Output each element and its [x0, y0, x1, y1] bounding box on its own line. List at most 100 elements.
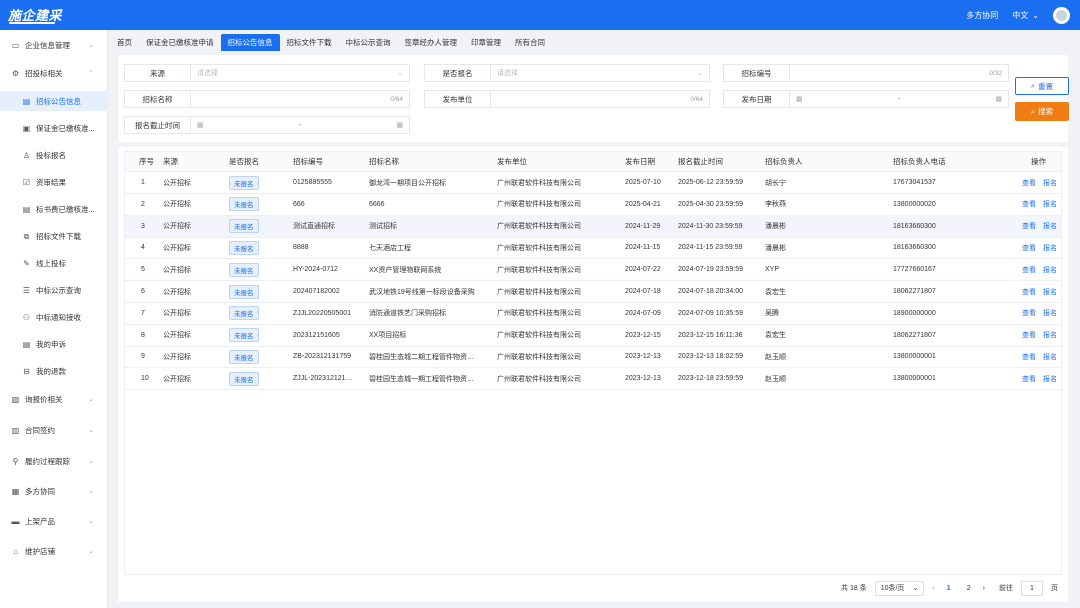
sidebar-item-label: 标书费已缴核准...: [36, 204, 95, 214]
register-link[interactable]: 报名: [1043, 265, 1057, 275]
table-row: 9 公开招标 未报名 ZB-202312131759 碧桂园生态城二期工程管件物资… 广州…: [125, 346, 1061, 369]
sidebar-item-7[interactable]: ⧉ 招标文件下载: [0, 226, 108, 246]
cell-owner: 潘晨彬: [765, 223, 786, 231]
product-icon: ▬: [11, 516, 20, 526]
sidebar-item-5[interactable]: ☑ 资审结果: [0, 172, 108, 192]
status-badge-cell: 未报名: [229, 194, 259, 215]
prev-page-icon[interactable]: ‹: [932, 585, 934, 592]
tab-5[interactable]: 签章经办人管理: [398, 34, 465, 51]
sidebar-item-1[interactable]: ⚙ 招投标相关 ⌃: [0, 63, 108, 83]
sidebar-item-9[interactable]: ☰ 中标公示查询: [0, 280, 108, 300]
cell-unit: 广州联君软件科技有限公司: [497, 201, 581, 209]
register-link[interactable]: 报名: [1043, 221, 1057, 231]
sidebar-item-2[interactable]: ▤ 招标公告信息: [0, 91, 108, 111]
cell-code: ZJJL20220505001: [293, 309, 351, 317]
reg-deadline-range[interactable]: ▦ - ▦: [191, 121, 409, 130]
cell-date: 2024-07-09: [625, 309, 661, 317]
sidebar-item-6[interactable]: ▤ 标书费已缴核准...: [0, 199, 108, 219]
cell-source: 公开招标: [163, 310, 191, 318]
register-link[interactable]: 报名: [1043, 308, 1057, 318]
register-link[interactable]: 报名: [1043, 330, 1057, 340]
tab-4[interactable]: 中标公示查询: [339, 34, 398, 51]
source-select[interactable]: 请选择 ⌄: [191, 68, 409, 78]
bid-name-input[interactable]: 0/64: [191, 96, 409, 103]
sidebar-item-4[interactable]: ♙ 投标报名: [0, 145, 108, 165]
cell-unit: 广州联君软件科技有限公司: [497, 353, 581, 361]
sidebar-item-17[interactable]: ▬ 上架产品 ⌄: [0, 511, 108, 531]
registered-select[interactable]: 请选择 ⌄: [491, 68, 709, 78]
page-size-select[interactable]: 10条/页 ⌄: [874, 580, 925, 596]
sidebar-item-13[interactable]: ▧ 询报价相关 ⌄: [0, 389, 108, 409]
view-link[interactable]: 查看: [1022, 287, 1036, 297]
collab-link[interactable]: 多方协同: [966, 10, 998, 21]
view-link[interactable]: 查看: [1022, 308, 1036, 318]
row-actions: 查看 报名: [1022, 237, 1057, 258]
sidebar-item-18[interactable]: ⌂ 维护店铺 ⌄: [0, 541, 108, 561]
sidebar-item-16[interactable]: ▦ 多方协同 ⌄: [0, 481, 108, 501]
view-link[interactable]: 查看: [1022, 243, 1036, 253]
reset-button[interactable]: ⌕ 重置: [1015, 77, 1069, 95]
next-page-icon[interactable]: ›: [983, 585, 985, 592]
total-count: 共 18 条: [841, 585, 867, 592]
cell-name: 6666: [369, 200, 385, 208]
view-link[interactable]: 查看: [1022, 330, 1036, 340]
sidebar-item-0[interactable]: ▭ 企业信息管理 ⌄: [0, 35, 108, 55]
sidebar-item-14[interactable]: ▥ 合同签约 ⌄: [0, 420, 108, 440]
sidebar-item-11[interactable]: ▤ 我的申诉: [0, 334, 108, 354]
publisher-input[interactable]: 0/64: [491, 96, 709, 103]
cell-deadline: 2024-11-30 23:59:59: [678, 222, 743, 230]
register-link[interactable]: 报名: [1043, 374, 1057, 384]
register-link[interactable]: 报名: [1043, 287, 1057, 297]
cell-source: 公开招标: [163, 201, 191, 209]
view-link[interactable]: 查看: [1022, 374, 1036, 384]
register-link[interactable]: 报名: [1043, 178, 1057, 188]
language-selector[interactable]: 中文 ⌄: [1012, 10, 1039, 21]
page-2[interactable]: 2: [963, 585, 975, 592]
register-link[interactable]: 报名: [1043, 199, 1057, 209]
view-link[interactable]: 查看: [1022, 352, 1036, 362]
publish-date-range[interactable]: ▦ - ▦: [790, 95, 1008, 104]
sidebar-item-12[interactable]: ⊟ 我的退款: [0, 361, 108, 381]
cell-code: 测试直通招标: [293, 223, 335, 231]
search-button[interactable]: ⌕ 搜索: [1015, 102, 1069, 121]
tab-0[interactable]: 首页: [110, 34, 139, 51]
reset-label: 重置: [1038, 81, 1054, 91]
cell-phone: 13800000001: [893, 353, 936, 361]
registered-filter: 是否报名 请选择 ⌄: [424, 64, 710, 82]
register-link[interactable]: 报名: [1043, 352, 1057, 362]
cell-no: 4: [141, 244, 145, 252]
tab-7[interactable]: 所有合同: [508, 34, 552, 51]
view-link[interactable]: 查看: [1022, 178, 1036, 188]
column-header: 招标负责人电话: [893, 157, 946, 166]
register-link[interactable]: 报名: [1043, 243, 1057, 253]
table-header: 序号 来源 是否报名 招标编号 招标名称 发布单位 发布日期 报名截止时间 招标负责人 招标负责人…: [125, 152, 1061, 172]
bid-no-input[interactable]: 0/32: [790, 70, 1008, 77]
cell-date: 2023-12-13: [625, 353, 661, 361]
cell-source: 公开招标: [163, 375, 191, 383]
tab-6[interactable]: 印章管理: [464, 34, 508, 51]
cell-no: 2: [141, 200, 145, 208]
view-link[interactable]: 查看: [1022, 265, 1036, 275]
tab-1[interactable]: 保证金已缴核准申请: [139, 34, 221, 51]
edit-icon: ✎: [23, 258, 30, 268]
sidebar-item-10[interactable]: ⚇ 中标通知接收: [0, 307, 108, 327]
sidebar-item-8[interactable]: ✎ 线上投标: [0, 253, 108, 273]
sidebar-item-label: 上架产品: [25, 516, 55, 526]
sidebar-item-15[interactable]: ⚲ 履约过程跟踪 ⌄: [0, 451, 108, 471]
sidebar-item-label: 中标通知接收: [36, 312, 81, 322]
sidebar-item-label: 我的申诉: [36, 339, 66, 349]
user-icon: ♙: [22, 150, 31, 160]
view-link[interactable]: 查看: [1022, 221, 1036, 231]
cell-no: 8: [141, 331, 145, 339]
user-avatar[interactable]: [1053, 6, 1070, 24]
top-right-area: 多方协同 中文 ⌄: [966, 0, 1070, 30]
sidebar-item-3[interactable]: ▣ 保证金已缴核准...: [0, 118, 108, 138]
quote-icon: ▧: [11, 394, 20, 404]
tab-3[interactable]: 招标文件下载: [280, 34, 339, 51]
cell-name: 碧桂园生态城二期工程管件物资…: [369, 353, 474, 361]
page-1[interactable]: 1: [943, 585, 955, 592]
cell-no: 3: [141, 222, 145, 230]
view-link[interactable]: 查看: [1022, 199, 1036, 209]
goto-page-input[interactable]: 1: [1021, 580, 1043, 596]
tab-2[interactable]: 招标公告信息: [220, 34, 280, 51]
